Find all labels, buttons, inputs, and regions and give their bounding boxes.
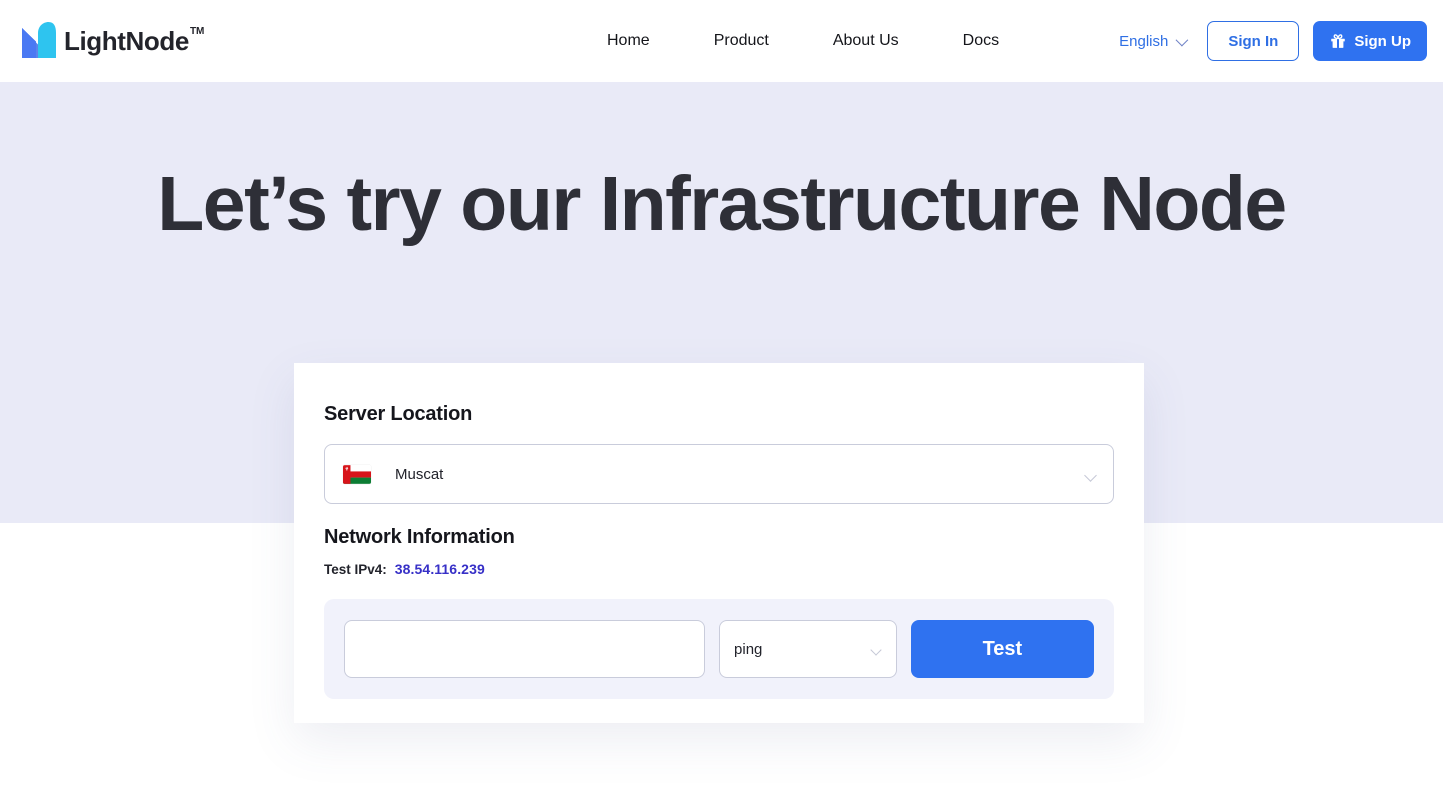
test-tool-panel: ping Test	[324, 599, 1114, 699]
server-location-title: Server Location	[324, 403, 1114, 426]
chevron-down-icon	[870, 644, 881, 655]
language-label: English	[1119, 33, 1168, 50]
site-header: LightNode TM Home Product About Us Docs …	[0, 0, 1443, 82]
brand-name: LightNode	[64, 20, 189, 62]
lightnode-logo-icon	[20, 20, 58, 60]
test-button[interactable]: Test	[911, 620, 1094, 678]
nav-item-product[interactable]: Product	[682, 0, 801, 82]
sign-up-button[interactable]: Sign Up	[1313, 21, 1427, 61]
network-test-card: Server Location Muscat	[294, 363, 1144, 723]
language-selector[interactable]: English	[1119, 33, 1185, 50]
test-ipv4-label: Test IPv4:	[324, 562, 387, 577]
brand-logo[interactable]: LightNode TM	[20, 20, 204, 62]
page-title: Let’s try our Infrastructure Node	[0, 158, 1443, 250]
server-location-select[interactable]: Muscat	[324, 444, 1114, 504]
nav-item-docs[interactable]: Docs	[931, 0, 1031, 82]
nav-item-about-us[interactable]: About Us	[801, 0, 931, 82]
main-navigation: Home Product About Us Docs	[575, 0, 1031, 82]
chevron-down-icon	[1084, 469, 1097, 482]
header-actions: English Sign In Sign Up	[1119, 0, 1427, 82]
protocol-select-value: ping	[734, 641, 762, 658]
sign-up-label: Sign Up	[1354, 33, 1411, 50]
sign-in-button[interactable]: Sign In	[1207, 21, 1299, 61]
network-information-title: Network Information	[324, 526, 1114, 549]
nav-item-home[interactable]: Home	[575, 0, 682, 82]
gift-icon	[1329, 32, 1347, 50]
test-target-input[interactable]	[344, 620, 705, 678]
chevron-down-icon	[1176, 33, 1189, 46]
test-ipv4-value[interactable]: 38.54.116.239	[395, 561, 485, 577]
flag-oman-icon	[343, 465, 371, 484]
test-ipv4-row: Test IPv4: 38.54.116.239	[324, 561, 1114, 577]
protocol-select[interactable]: ping	[719, 620, 897, 678]
server-location-value: Muscat	[395, 466, 443, 483]
brand-trademark: TM	[190, 26, 204, 38]
page-root: LightNode TM Home Product About Us Docs …	[0, 0, 1443, 788]
